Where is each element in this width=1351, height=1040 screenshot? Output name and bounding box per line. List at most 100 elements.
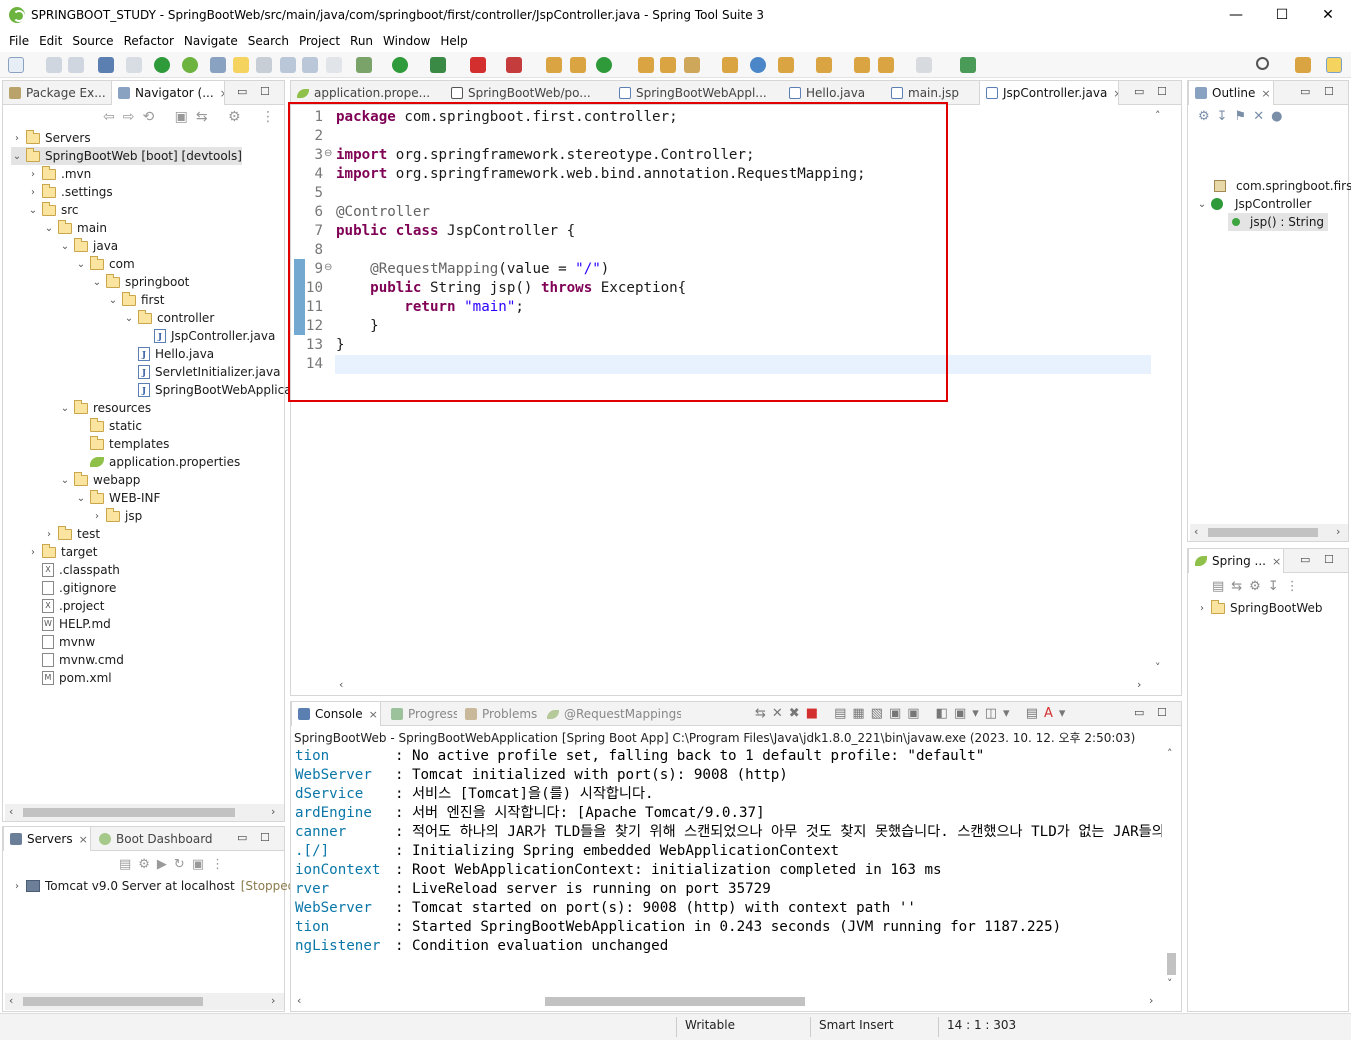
tree-item[interactable]: templates <box>75 435 169 453</box>
tree-twisty-icon[interactable]: › <box>27 169 39 180</box>
globe-icon[interactable] <box>750 57 766 73</box>
stop-icon[interactable] <box>470 57 486 73</box>
whitespace-icon[interactable] <box>326 57 342 73</box>
open-perspective-icon[interactable] <box>1295 57 1311 73</box>
minimize-spring-icon[interactable]: ▭ <box>1300 553 1310 566</box>
console-icon[interactable] <box>98 57 114 73</box>
servers-hscrollbar[interactable]: ‹ › <box>5 993 284 1010</box>
tree-twisty-icon[interactable]: ⌄ <box>123 313 135 324</box>
tree-item[interactable]: J Hello.java <box>123 345 214 363</box>
outline-method[interactable]: jsp() : String <box>1228 213 1329 231</box>
new-icon[interactable] <box>8 57 24 73</box>
tree-item[interactable]: X .classpath <box>27 561 120 579</box>
spring-project-expand-icon[interactable]: › <box>1196 603 1208 614</box>
menu-file[interactable]: File <box>4 34 34 48</box>
maximize-view-icon[interactable]: ☐ <box>260 85 270 98</box>
menu-navigate[interactable]: Navigate <box>179 34 243 48</box>
tree-item[interactable]: W HELP.md <box>27 615 111 633</box>
tab-outline[interactable]: Outline × <box>1188 81 1274 105</box>
tree-item[interactable]: ⌄ java <box>59 237 118 255</box>
close-editor-tab-icon[interactable]: × <box>1113 87 1118 100</box>
spring-project-item[interactable]: › SpringBootWeb <box>1196 599 1323 617</box>
search-tool-icon[interactable] <box>684 57 700 73</box>
previous-annotation-icon[interactable] <box>816 57 832 73</box>
tree-item[interactable]: mvnw <box>27 633 95 651</box>
tree-twisty-icon[interactable]: ⌄ <box>59 403 71 414</box>
maximize-spring-icon[interactable]: ☐ <box>1324 553 1334 566</box>
menu-refactor[interactable]: Refactor <box>119 34 179 48</box>
minimize-outline-icon[interactable]: ▭ <box>1300 85 1310 98</box>
tab-requestmappings[interactable]: @RequestMappings <box>541 702 681 726</box>
tree-twisty-icon[interactable]: ⌄ <box>43 223 55 234</box>
console-hscrollbar[interactable]: ‹ › <box>293 993 1163 1010</box>
menu-source[interactable]: Source <box>67 34 118 48</box>
pin-editor-icon[interactable] <box>960 57 976 73</box>
tree-twisty-icon[interactable]: › <box>11 133 23 144</box>
menu-help[interactable]: Help <box>435 34 472 48</box>
new-class-icon[interactable] <box>596 57 612 73</box>
menu-search[interactable]: Search <box>243 34 294 48</box>
tab-spring-explorer[interactable]: Spring ... × <box>1188 549 1284 573</box>
tree-twisty-icon[interactable]: › <box>27 547 39 558</box>
tree-item[interactable]: ⌄ controller <box>123 309 214 327</box>
tree-twisty-icon[interactable]: ⌄ <box>107 295 119 306</box>
next-annotation-icon[interactable] <box>778 57 794 73</box>
boot-start-icon[interactable] <box>154 57 170 73</box>
close-outline-icon[interactable]: × <box>1261 87 1270 100</box>
minimize-editor-icon[interactable]: ▭ <box>1134 85 1144 98</box>
tab-package-explorer[interactable]: Package Ex... <box>3 81 111 105</box>
tree-item[interactable]: ⌄ src <box>27 201 79 219</box>
tree-twisty-icon[interactable]: ⌄ <box>59 241 71 252</box>
last-edit-icon[interactable] <box>854 57 870 73</box>
tree-item[interactable]: ⌄ webapp <box>59 471 140 489</box>
tree-item[interactable]: ⌄ SpringBootWeb [boot] [devtools] <box>11 147 242 165</box>
maximize-servers-icon[interactable]: ☐ <box>260 831 270 844</box>
save-icon[interactable] <box>46 57 62 73</box>
tree-item[interactable]: application.properties <box>75 453 240 471</box>
forward-icon[interactable] <box>916 57 932 73</box>
tab-problems[interactable]: Problems <box>459 702 539 726</box>
tree-twisty-icon[interactable]: › <box>43 529 55 540</box>
search-icon[interactable] <box>1256 57 1269 70</box>
tree-twisty-icon[interactable]: ⌄ <box>91 277 103 288</box>
close-servers-icon[interactable]: × <box>79 833 88 846</box>
open-resource-icon[interactable] <box>722 57 738 73</box>
save-all-icon[interactable] <box>68 57 84 73</box>
tree-twisty-icon[interactable]: › <box>27 187 39 198</box>
tree-item[interactable]: ⌄ WEB-INF <box>75 489 160 507</box>
menu-edit[interactable]: Edit <box>34 34 67 48</box>
open-task-icon[interactable] <box>638 57 654 73</box>
maximize-editor-icon[interactable]: ☐ <box>1157 85 1167 98</box>
tree-twisty-icon[interactable]: ⌄ <box>75 259 87 270</box>
minimize-console-icon[interactable]: ▭ <box>1134 706 1144 719</box>
tree-item[interactable]: › test <box>43 525 100 543</box>
menu-project[interactable]: Project <box>294 34 345 48</box>
tree-item[interactable]: X .project <box>27 597 104 615</box>
menu-window[interactable]: Window <box>378 34 435 48</box>
run-external-icon[interactable] <box>430 57 446 73</box>
outline-class-expand-icon[interactable]: ⌄ <box>1196 199 1208 210</box>
close-spring-explorer-icon[interactable]: × <box>1272 555 1281 568</box>
open-folder-icon[interactable] <box>660 57 676 73</box>
console-vscrollbar[interactable]: ˄ ˅ <box>1163 747 1180 992</box>
open-type-icon[interactable] <box>210 57 226 73</box>
navigator-hscrollbar[interactable]: ‹ › <box>5 804 284 821</box>
tab-navigator[interactable]: Navigator (... × <box>111 81 225 105</box>
minimize-button[interactable]: — <box>1213 0 1259 30</box>
toggle-icon[interactable] <box>256 57 272 73</box>
close-navigator-icon[interactable]: × <box>220 87 224 100</box>
word-wrap-icon[interactable] <box>302 57 318 73</box>
tree-item[interactable]: ⌄ first <box>107 291 164 309</box>
tree-twisty-icon[interactable]: ⌄ <box>11 151 23 162</box>
server-item[interactable]: › Tomcat v9.0 Server at localhost [Stopp… <box>11 877 311 895</box>
mark-occurrences-icon[interactable] <box>233 57 249 73</box>
tree-twisty-icon[interactable]: ⌄ <box>59 475 71 486</box>
relaunch-icon[interactable] <box>506 57 522 73</box>
tree-item[interactable]: ⌄ main <box>43 219 107 237</box>
tree-item[interactable]: Mpom.xml <box>27 669 112 687</box>
menu-run[interactable]: Run <box>345 34 378 48</box>
tree-item[interactable]: › .mvn <box>27 165 91 183</box>
spring-icon[interactable] <box>182 57 198 73</box>
tree-item[interactable]: › Servers <box>11 129 91 147</box>
tree-item[interactable]: static <box>75 417 142 435</box>
